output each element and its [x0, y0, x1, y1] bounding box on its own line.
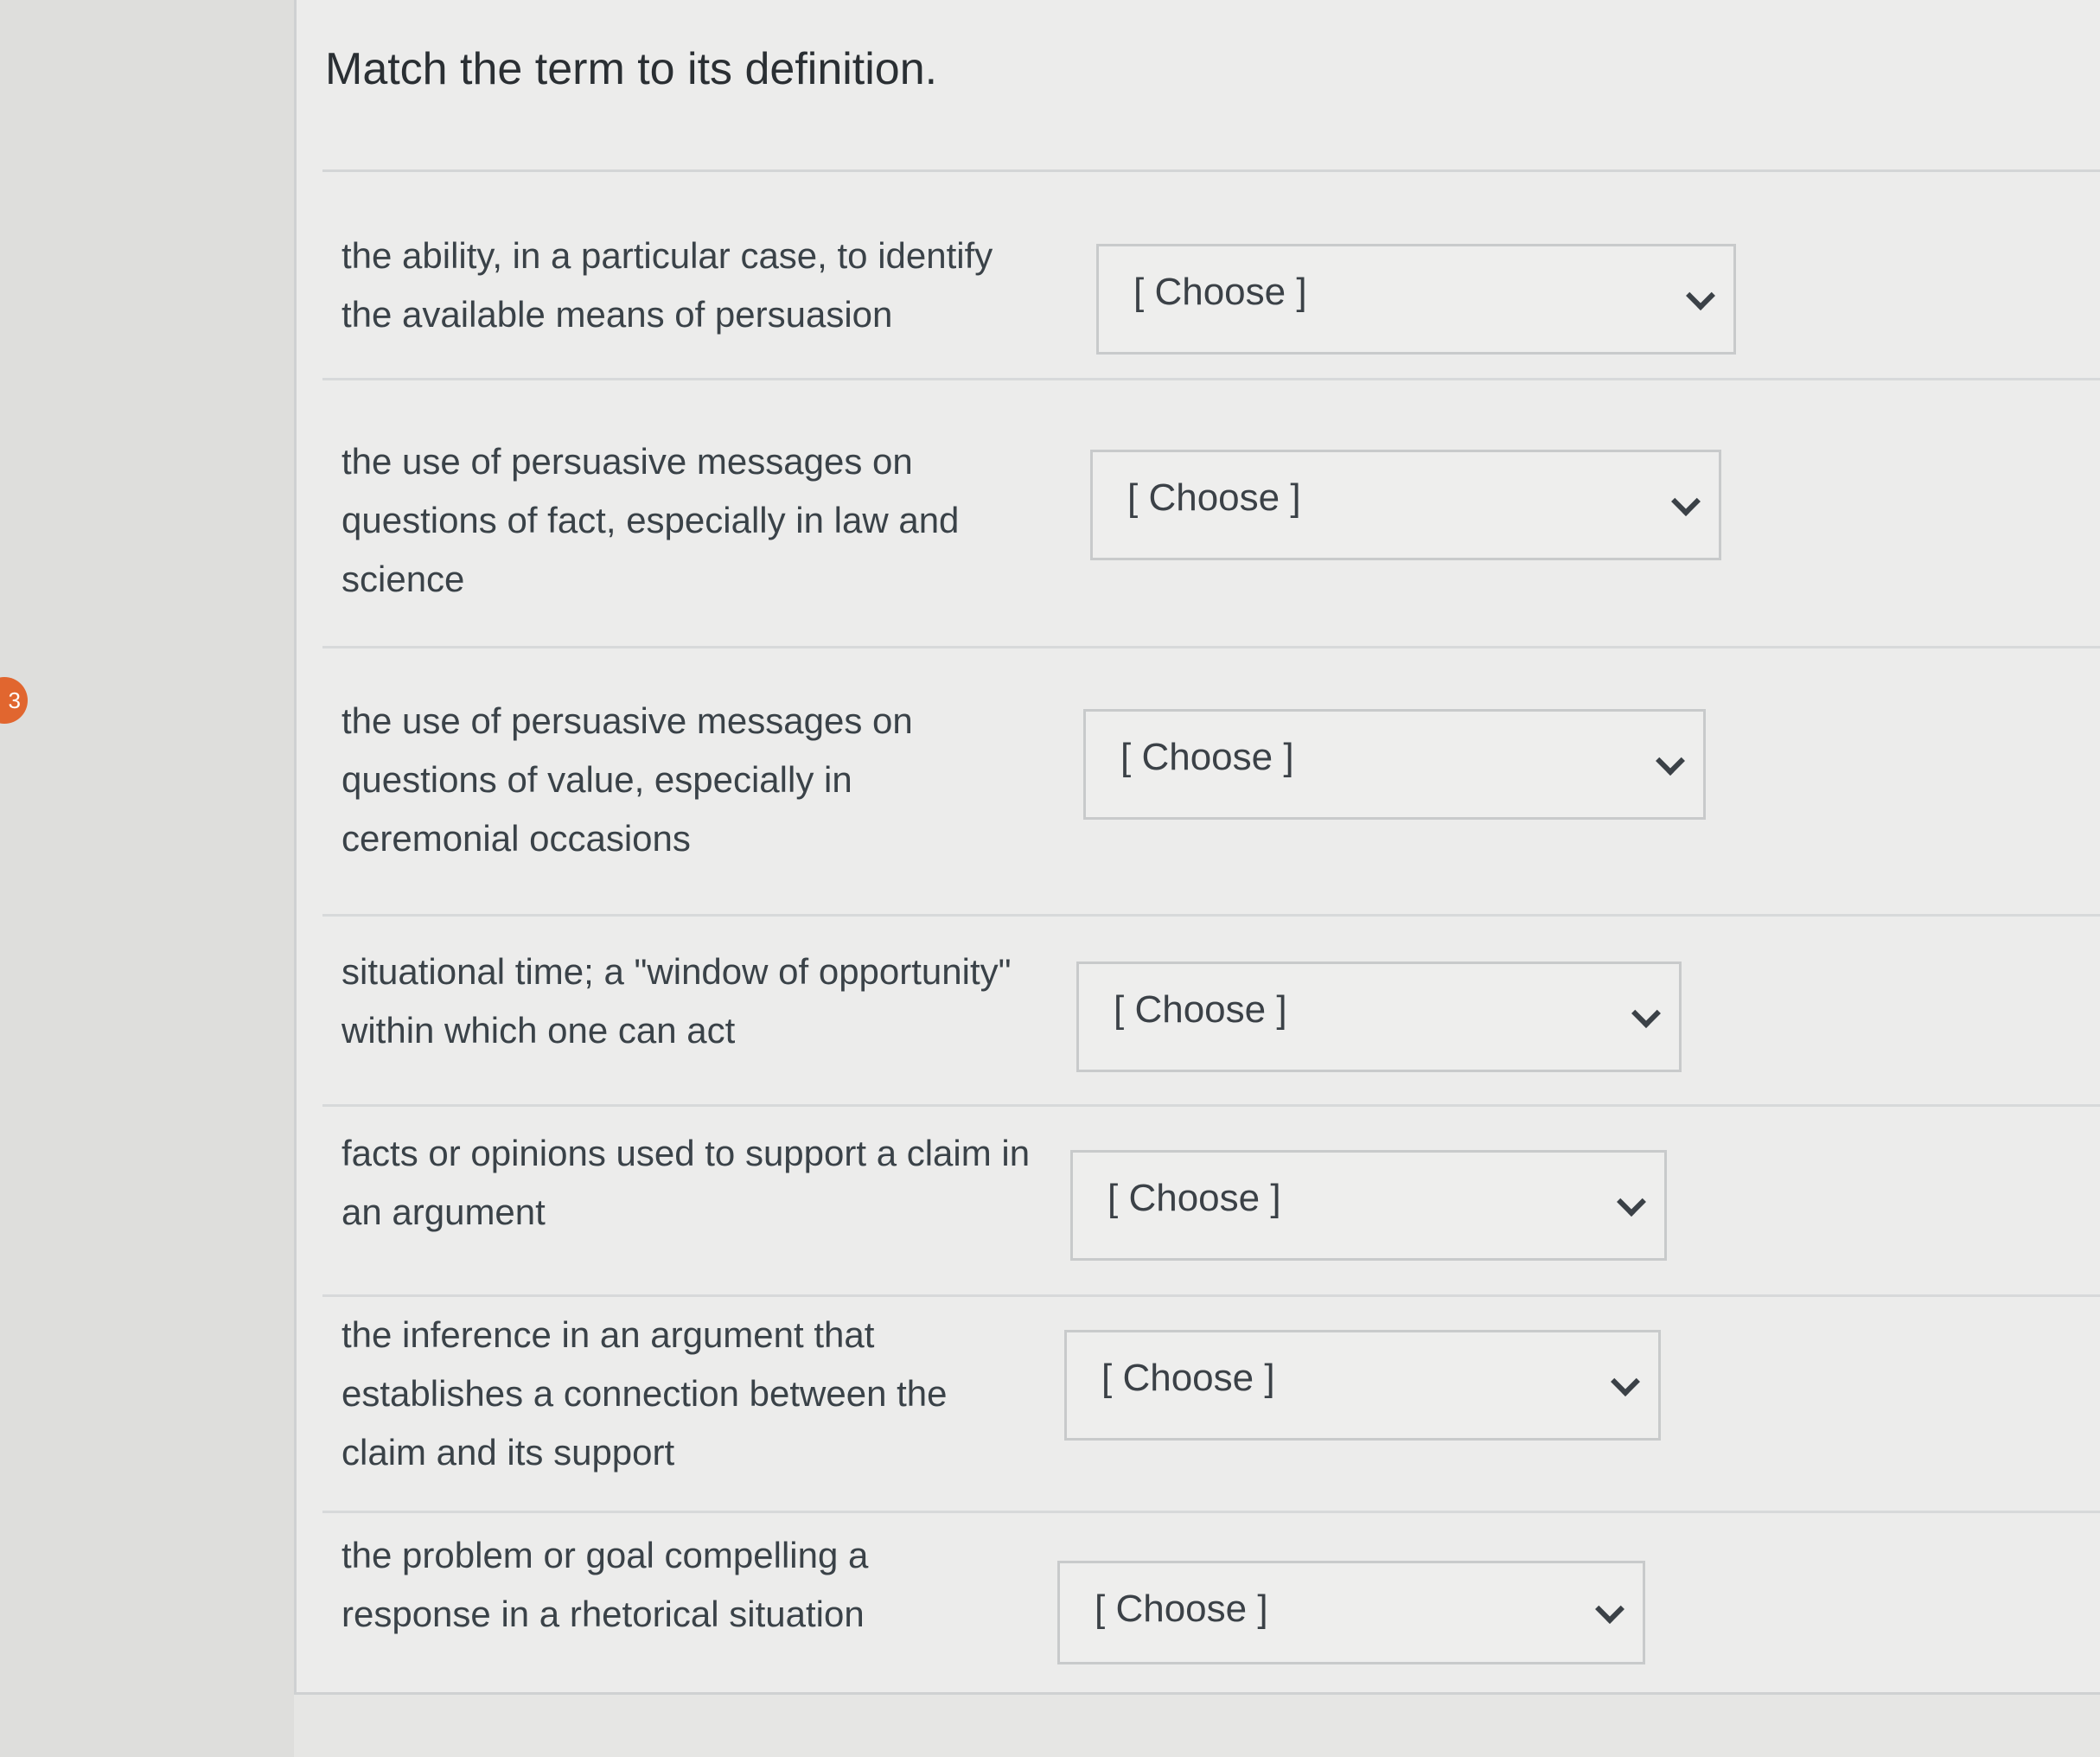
definition-text: facts or opinions used to support a clai…: [341, 1133, 1031, 1232]
chevron-down-icon: [1671, 487, 1701, 516]
select-value: [ Choose ]: [1127, 476, 1301, 519]
match-row: the problem or goal compelling a respons…: [322, 1526, 2100, 1690]
left-gutter: 3: [0, 0, 294, 1757]
answer-select[interactable]: [ Choose ]: [1070, 1150, 1667, 1261]
definition-text: the ability, in a particular case, to id…: [341, 235, 993, 335]
definition-text: the use of persuasive messages on questi…: [341, 700, 913, 859]
match-row: the use of persuasive messages on questi…: [322, 406, 2100, 648]
definition-text: the inference in an argument that establ…: [341, 1314, 948, 1473]
select-value: [ Choose ]: [1120, 736, 1294, 778]
match-row: the use of persuasive messages on questi…: [322, 674, 2100, 917]
chevron-down-icon: [1617, 1187, 1646, 1217]
definition-text: the problem or goal compelling a respons…: [341, 1535, 869, 1634]
header-divider: [322, 169, 2100, 172]
select-value: [ Choose ]: [1133, 271, 1307, 313]
definition-text: the use of persuasive messages on questi…: [341, 441, 960, 599]
match-row: facts or opinions used to support a clai…: [322, 1124, 2100, 1297]
select-value: [ Choose ]: [1107, 1177, 1281, 1219]
question-title: Match the term to its definition.: [325, 44, 938, 94]
chevron-down-icon: [1686, 281, 1715, 310]
match-row: the inference in an argument that establ…: [322, 1306, 2100, 1513]
answer-select[interactable]: [ Choose ]: [1083, 709, 1706, 820]
answer-select[interactable]: [ Choose ]: [1064, 1330, 1661, 1441]
answer-select[interactable]: [ Choose ]: [1096, 244, 1736, 355]
chevron-down-icon: [1595, 1594, 1624, 1624]
chevron-down-icon: [1656, 746, 1685, 776]
chevron-down-icon: [1631, 999, 1661, 1028]
select-value: [ Choose ]: [1114, 988, 1287, 1031]
select-value: [ Choose ]: [1095, 1588, 1268, 1630]
match-row: the ability, in a particular case, to id…: [322, 208, 2100, 380]
answer-select[interactable]: [ Choose ]: [1090, 450, 1721, 560]
answer-select[interactable]: [ Choose ]: [1076, 962, 1682, 1072]
select-value: [ Choose ]: [1101, 1357, 1275, 1399]
question-card: Match the term to its definition. the ab…: [294, 0, 2100, 1695]
definition-text: situational time; a "window of opportuni…: [341, 951, 1012, 1051]
chevron-down-icon: [1611, 1367, 1640, 1396]
answer-select[interactable]: [ Choose ]: [1057, 1561, 1645, 1664]
question-number-badge: 3: [0, 677, 28, 724]
match-row: situational time; a "window of opportuni…: [322, 934, 2100, 1107]
